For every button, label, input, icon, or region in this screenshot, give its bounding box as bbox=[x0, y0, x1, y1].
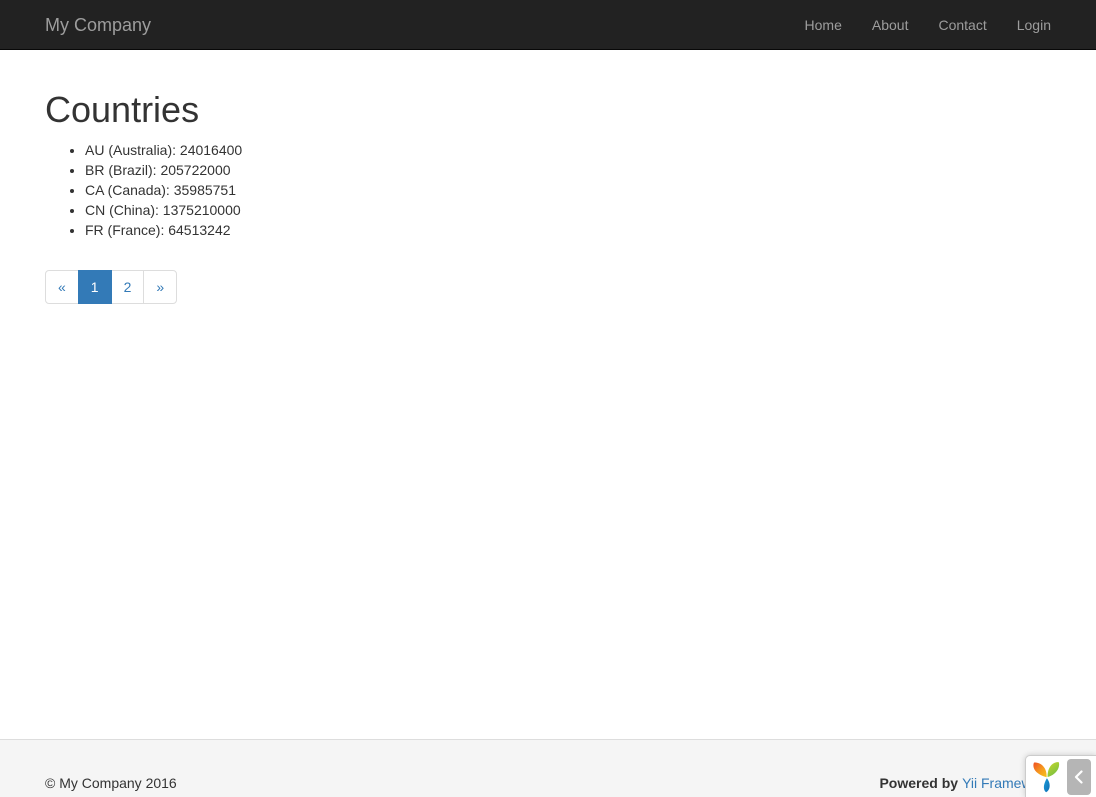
nav-link-contact[interactable]: Contact bbox=[923, 0, 1001, 50]
pagination-page-2[interactable]: 2 bbox=[112, 270, 145, 304]
nav-link-about[interactable]: About bbox=[857, 0, 924, 50]
list-item: FR (France): 64513242 bbox=[85, 220, 1051, 240]
pagination-next-link[interactable]: » bbox=[143, 270, 177, 304]
navbar-brand[interactable]: My Company bbox=[30, 0, 166, 50]
pagination-page-2-link[interactable]: 2 bbox=[111, 270, 145, 304]
yii-logo-icon bbox=[1032, 761, 1062, 793]
nav-link-home[interactable]: Home bbox=[790, 0, 857, 50]
nav-item-login[interactable]: Login bbox=[1002, 0, 1066, 50]
navbar-nav: Home About Contact Login bbox=[790, 0, 1066, 50]
footer-inner: © My Company 2016 Powered by Yii Framewo… bbox=[30, 740, 1066, 797]
page: My Company Home About Contact Login Coun… bbox=[0, 0, 1096, 797]
list-item: CA (Canada): 35985751 bbox=[85, 180, 1051, 200]
content-container-inner: Countries AU (Australia): 24016400 BR (B… bbox=[30, 90, 1066, 324]
pagination-page-1-link[interactable]: 1 bbox=[78, 270, 112, 304]
navbar-inner: My Company Home About Contact Login bbox=[30, 0, 1066, 50]
list-item: BR (Brazil): 205722000 bbox=[85, 160, 1051, 180]
page-footer: © My Company 2016 Powered by Yii Framewo… bbox=[0, 739, 1096, 797]
pagination: « 1 2 » bbox=[45, 270, 177, 304]
nav-item-home[interactable]: Home bbox=[790, 0, 857, 50]
country-list: AU (Australia): 24016400 BR (Brazil): 20… bbox=[45, 140, 1051, 240]
chevron-left-icon[interactable] bbox=[1067, 759, 1091, 795]
main-content: Countries AU (Australia): 24016400 BR (B… bbox=[0, 50, 1096, 324]
powered-by-label: Powered by bbox=[879, 773, 958, 793]
pagination-prev[interactable]: « bbox=[45, 270, 79, 304]
nav-item-about[interactable]: About bbox=[857, 0, 924, 50]
pagination-prev-link[interactable]: « bbox=[45, 270, 79, 304]
nav-item-contact[interactable]: Contact bbox=[923, 0, 1001, 50]
nav-link-login[interactable]: Login bbox=[1002, 0, 1066, 50]
top-navbar: My Company Home About Contact Login bbox=[0, 0, 1096, 50]
list-item: AU (Australia): 24016400 bbox=[85, 140, 1051, 160]
pagination-page-1[interactable]: 1 bbox=[79, 270, 112, 304]
pagination-next[interactable]: » bbox=[144, 270, 177, 304]
list-item: CN (China): 1375210000 bbox=[85, 200, 1051, 220]
debug-toolbar[interactable] bbox=[1025, 755, 1096, 797]
page-title: Countries bbox=[45, 90, 1051, 130]
footer-copyright: © My Company 2016 bbox=[45, 754, 177, 797]
